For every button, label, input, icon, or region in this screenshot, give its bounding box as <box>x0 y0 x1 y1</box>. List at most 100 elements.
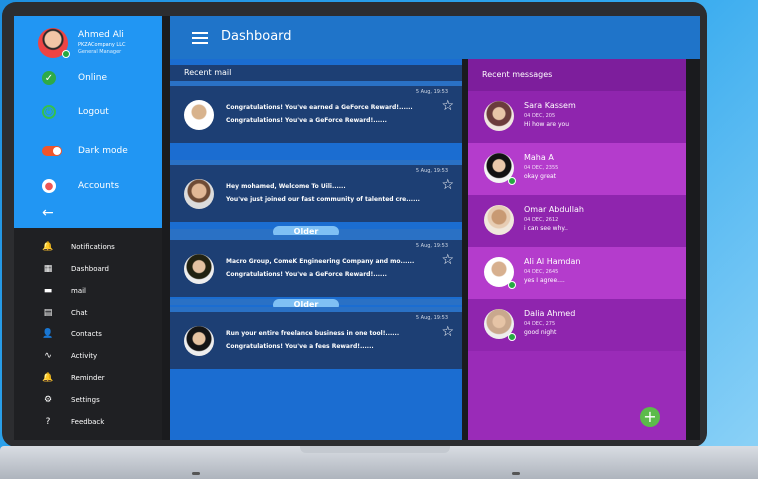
sidebar-item-label: Reminder <box>71 374 105 382</box>
mail-time: 5 Aug, 19:53 <box>415 168 448 174</box>
mail-preview: Congratulations! You've a GeForce Reward… <box>226 117 387 124</box>
contacts-icon: 👤 <box>42 329 54 339</box>
sidebar-item-chat[interactable]: ▤ Chat <box>14 304 162 322</box>
contact-name: Dalia Ahmed <box>524 309 576 318</box>
online-label: Online <box>78 73 108 83</box>
hamburger-menu-icon[interactable] <box>192 32 208 44</box>
message-preview: yes I agree.... <box>524 277 565 284</box>
sidebar-item-dashboard[interactable]: ▦ Dashboard <box>14 260 162 278</box>
sidebar-item-label: Dashboard <box>71 265 109 273</box>
mail-subject: Hey mohamed, Welcome To Uili...... <box>226 183 346 190</box>
mail-preview: Congratulations! You've a GeForce Reward… <box>226 271 387 278</box>
recent-messages-panel: Recent messages Sara Kassem 04 DEC, 205 … <box>468 59 686 440</box>
sidebar-item-notifications[interactable]: 🔔 Notifications <box>14 238 162 256</box>
user-company: PKZACompany LLC <box>78 42 126 48</box>
laptop-foot <box>512 472 520 475</box>
message-item[interactable]: Sara Kassem 04 DEC, 205 Hi how are you <box>468 91 686 143</box>
sidebar-item-label: Notifications <box>71 243 115 251</box>
message-item[interactable]: Dalia Ahmed 04 DEC, 275 good night <box>468 299 686 351</box>
chat-icon: ▤ <box>43 308 53 318</box>
message-item[interactable]: Ali Al Hamdan 04 DEC, 2645 yes I agree..… <box>468 247 686 299</box>
mail-preview: You've just joined our fast community of… <box>226 196 420 203</box>
sidebar-item-settings[interactable]: ⚙ Settings <box>14 391 162 409</box>
sidebar-item-contacts[interactable]: 👤 Contacts <box>14 325 162 343</box>
mail-time: 5 Aug, 19:53 <box>415 243 448 249</box>
sidebar-item-reminder[interactable]: 🔔 Reminder <box>14 369 162 387</box>
toggle-icon <box>42 146 62 156</box>
laptop-bezel: Ahmed Ali PKZACompany LLC General Manage… <box>2 2 707 447</box>
reminder-icon: 🔔 <box>42 373 54 383</box>
mail-icon: ▬ <box>43 286 53 296</box>
dark-mode-label: Dark mode <box>78 146 128 156</box>
dark-mode-toggle[interactable]: Dark mode <box>14 141 162 161</box>
contact-name: Sara Kassem <box>524 101 576 110</box>
mail-time: 5 Aug, 19:53 <box>415 89 448 95</box>
user-role: General Manager <box>78 49 122 55</box>
contact-name: Ali Al Hamdan <box>524 257 581 266</box>
gear-icon: ⚙ <box>43 395 53 405</box>
recent-mail-header: Recent mail <box>170 65 462 81</box>
message-item[interactable]: Omar Abdullah 04 DEC, 2612 i can see why… <box>468 195 686 247</box>
sidebar-item-label: Chat <box>71 309 88 317</box>
sidebar-item-activity[interactable]: ∿ Activity <box>14 347 162 365</box>
message-item[interactable]: Maha A 04 DEC, 2355 okay great <box>468 143 686 195</box>
sidebar-item-label: mail <box>71 287 86 295</box>
mail-subject: Macro Group, ComeK Engineering Company a… <box>226 258 415 265</box>
online-status-dot <box>508 333 516 341</box>
app-screen: Ahmed Ali PKZACompany LLC General Manage… <box>14 16 700 440</box>
help-icon: ? <box>45 417 51 427</box>
mail-item[interactable]: 5 Aug, 19:53 Congratulations! You've ear… <box>170 81 462 143</box>
laptop-foot <box>192 472 200 475</box>
mail-item[interactable]: 5 Aug, 19:53 Hey mohamed, Welcome To Uil… <box>170 160 462 222</box>
star-icon[interactable]: ☆ <box>441 324 454 340</box>
add-button[interactable]: + <box>640 407 660 427</box>
sidebar-item-feedback[interactable]: ? Feedback <box>14 413 162 431</box>
sidebar-item-label: Settings <box>71 396 100 404</box>
accounts-button[interactable]: ● Accounts <box>14 176 162 196</box>
contact-name: Maha A <box>524 153 554 162</box>
contact-name: Omar Abdullah <box>524 205 584 214</box>
recent-messages-header: Recent messages <box>468 59 686 91</box>
message-date: 04 DEC, 275 <box>524 321 556 327</box>
message-preview: i can see why.. <box>524 225 568 232</box>
sender-avatar <box>184 326 214 356</box>
grid-icon: ▦ <box>43 264 53 274</box>
bell-icon: 🔔 <box>42 242 54 252</box>
account-icon: ● <box>42 179 56 193</box>
sidebar-item-label: Contacts <box>71 330 102 338</box>
star-icon[interactable]: ☆ <box>441 252 454 268</box>
mail-item[interactable]: 5 Aug, 19:53 Macro Group, ComeK Engineer… <box>170 235 462 297</box>
page-title: Dashboard <box>221 29 292 44</box>
power-icon: ⏻ <box>42 105 56 119</box>
message-preview: okay great <box>524 173 557 180</box>
sidebar: Ahmed Ali PKZACompany LLC General Manage… <box>14 16 162 440</box>
back-arrow-icon[interactable]: ← <box>42 205 54 221</box>
logout-label: Logout <box>78 107 109 117</box>
sender-avatar <box>184 179 214 209</box>
mail-time: 5 Aug, 19:53 <box>415 315 448 321</box>
star-icon[interactable]: ☆ <box>441 177 454 193</box>
message-preview: good night <box>524 329 557 336</box>
online-status-dot <box>508 177 516 185</box>
recent-mail-title: Recent mail <box>184 68 232 77</box>
check-circle-icon: ✓ <box>42 71 56 85</box>
online-status-dot <box>62 50 70 58</box>
online-status-dot <box>508 281 516 289</box>
message-date: 04 DEC, 2355 <box>524 165 559 171</box>
sidebar-item-mail[interactable]: ▬ mail <box>14 282 162 300</box>
laptop-base <box>0 446 758 479</box>
user-name: Ahmed Ali <box>78 30 124 40</box>
contact-avatar <box>484 101 514 131</box>
sender-avatar <box>184 100 214 130</box>
sidebar-item-label: Activity <box>71 352 98 360</box>
logout-button[interactable]: ⏻ Logout <box>14 102 162 122</box>
recent-mail-panel: Recent mail 5 Aug, 19:53 Congratulations… <box>170 59 462 440</box>
recent-messages-title: Recent messages <box>482 70 553 79</box>
mail-preview: Congratulations! You've a fees Reward!..… <box>226 343 374 350</box>
online-status-button[interactable]: ✓ Online <box>14 68 162 88</box>
contact-avatar <box>484 205 514 235</box>
mail-item[interactable]: 5 Aug, 19:53 Run your entire freelance b… <box>170 307 462 369</box>
laptop-notch <box>300 446 450 453</box>
star-icon[interactable]: ☆ <box>441 98 454 114</box>
message-date: 04 DEC, 2612 <box>524 217 559 223</box>
